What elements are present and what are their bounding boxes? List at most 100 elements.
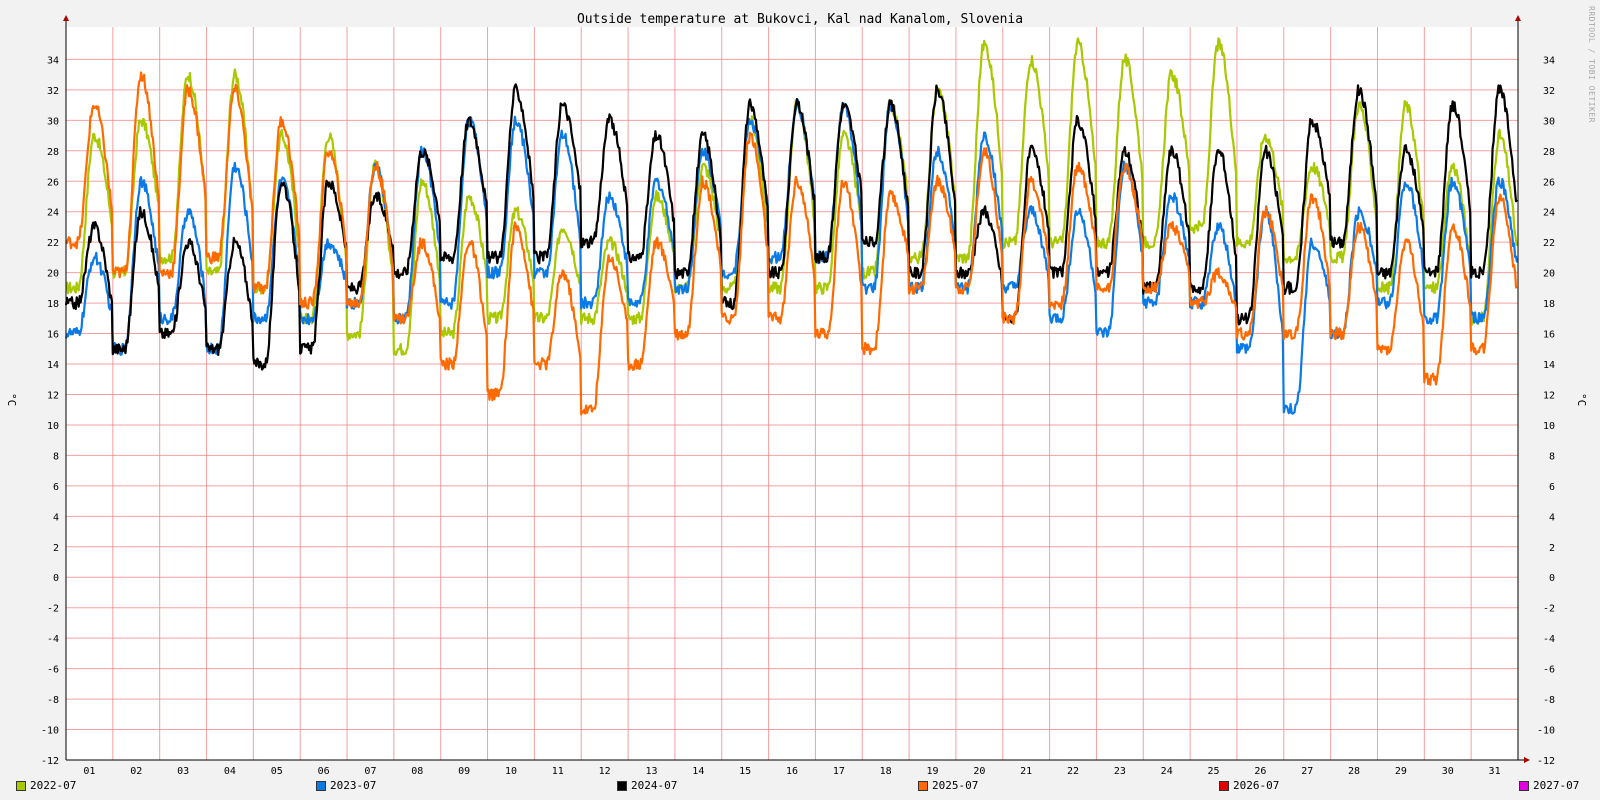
x-tick-label: 01 [83,766,95,777]
y-tick-label-right: 30 [1543,116,1555,127]
y-tick-label-left: 32 [47,86,59,97]
y-tick-label-left: -6 [47,665,59,676]
y-tick-label-right: 2 [1549,543,1555,554]
y-tick-label-right: 6 [1549,482,1555,493]
x-axis-arrow [1524,757,1530,763]
legend-item: 2027-07 [1519,779,1579,792]
x-tick-label: 23 [1114,766,1126,777]
y-tick-label-left: 10 [47,421,59,432]
y-tick-label-left: 8 [53,451,59,462]
y-tick-label-right: -2 [1543,604,1555,615]
x-tick-label: 14 [692,766,704,777]
x-tick-label: 03 [177,766,189,777]
x-tick-label: 31 [1489,766,1501,777]
legend-item: 2026-07 [1219,779,1279,792]
legend-item: 2022-07 [16,779,76,792]
x-tick-label: 24 [1161,766,1173,777]
legend-swatch [16,780,26,791]
x-tick-label: 02 [130,766,142,777]
legend-label: 2027-07 [1533,779,1580,792]
y-axis-arrow-left [63,15,69,21]
y-tick-label-right: 4 [1549,512,1555,523]
y-tick-label-left: 18 [47,299,59,310]
y-tick-label-right: 18 [1543,299,1555,310]
y-tick-label-left: 24 [47,208,59,219]
x-tick-label: 08 [411,766,423,777]
y-tick-label-left: 28 [47,147,59,158]
y-tick-label-left: -10 [41,726,59,737]
y-tick-label-left: 0 [53,573,59,584]
y-tick-label-left: 4 [53,512,59,523]
y-tick-label-left: 26 [47,177,59,188]
legend-label: 2022-07 [30,779,77,792]
y-tick-label-left: 6 [53,482,59,493]
x-tick-label: 04 [224,766,236,777]
x-tick-label: 05 [271,766,283,777]
x-tick-label: 28 [1348,766,1360,777]
y-tick-label-right: -8 [1543,695,1555,706]
legend-swatch [1519,780,1529,791]
legend-item: 2023-07 [316,779,376,792]
x-tick-label: 20 [973,766,985,777]
watermark: RRDTOOL / TOBI OETIKER [1587,6,1596,123]
y-tick-label-right: 32 [1543,86,1555,97]
y-tick-label-right: 22 [1543,238,1555,249]
y-tick-label-left: 34 [47,55,59,66]
y-tick-label-right: -4 [1543,634,1555,645]
x-tick-label: 09 [458,766,470,777]
y-tick-label-left: -2 [47,604,59,615]
x-tick-label: 26 [1254,766,1266,777]
x-tick-label: 10 [505,766,517,777]
y-tick-label-right: 0 [1549,573,1555,584]
legend-swatch [617,780,627,791]
x-axis-ticks: 01 02 03 04 05 06 07 08 09 10 11 12 13 14 15 16 17 18 19 20… [83,766,1500,777]
y-tick-label-left: -4 [47,634,59,645]
y-tick-label-right: 26 [1543,177,1555,188]
x-tick-label: 13 [645,766,657,777]
x-tick-label: 18 [880,766,892,777]
y-tick-label-left: -12 [41,756,59,767]
y-tick-label-left: 12 [47,390,59,401]
y-tick-label-right: 20 [1543,269,1555,280]
y-axis-label-left: °C [5,393,18,406]
x-tick-label: 22 [1067,766,1079,777]
y-tick-label-right: 12 [1543,390,1555,401]
y-tick-label-left: 20 [47,269,59,280]
y-tick-label-right: -6 [1543,665,1555,676]
legend-label: 2026-07 [1233,779,1280,792]
x-tick-label: 17 [833,766,845,777]
y-tick-label-left: -8 [47,695,59,706]
y-tick-label-right: 8 [1549,451,1555,462]
legend-label: 2023-07 [330,779,377,792]
x-tick-label: 29 [1395,766,1407,777]
legend-swatch [918,780,928,791]
legend-label: 2024-07 [631,779,678,792]
legend-item: 2025-07 [918,779,978,792]
y-tick-label-right: -10 [1537,726,1555,737]
legend-label: 2025-07 [932,779,979,792]
x-tick-label: 06 [318,766,330,777]
x-tick-label: 27 [1301,766,1313,777]
y-tick-label-left: 14 [47,360,59,371]
legend: 2022-07 2023-07 2024-07 2025-07 2026-07 2027-… [0,779,1600,797]
y-tick-label-right: 24 [1543,208,1555,219]
y-tick-label-left: 2 [53,543,59,554]
x-tick-label: 12 [599,766,611,777]
y-tick-label-right: 28 [1543,147,1555,158]
x-tick-label: 25 [1208,766,1220,777]
temperature-chart: Outside temperature at Bukovci, Kal nad … [5,12,1588,777]
x-tick-label: 11 [552,766,564,777]
y-tick-label-left: 22 [47,238,59,249]
y-axis-label-right: °C [1575,393,1588,406]
x-tick-label: 30 [1442,766,1454,777]
legend-swatch [1219,780,1229,791]
legend-swatch [316,780,326,791]
x-tick-label: 19 [926,766,938,777]
y-tick-label-right: 10 [1543,421,1555,432]
y-tick-label-right: -12 [1537,756,1555,767]
y-axis-arrow-right [1515,15,1521,21]
legend-item: 2024-07 [617,779,677,792]
y-tick-label-right: 14 [1543,360,1555,371]
x-tick-label: 21 [1020,766,1032,777]
x-tick-label: 07 [364,766,376,777]
